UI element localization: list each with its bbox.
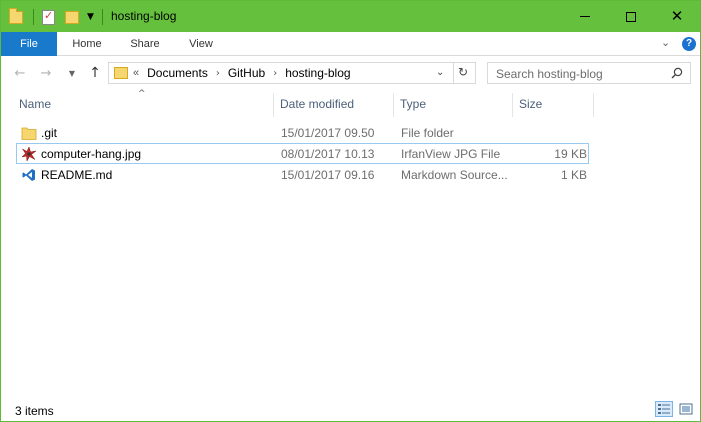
file-type: File folder — [401, 126, 454, 140]
tab-share[interactable]: Share — [117, 32, 173, 56]
chevron-right-icon[interactable]: › — [273, 68, 277, 79]
toolbar-separator — [101, 9, 103, 25]
file-date: 15/01/2017 09.50 — [281, 126, 375, 140]
tab-view[interactable]: View — [173, 32, 229, 56]
large-icons-view-icon — [679, 403, 693, 415]
search-input[interactable]: Search hosting-blog — [487, 62, 691, 84]
large-icons-view-button[interactable] — [677, 401, 695, 417]
column-date-modified[interactable]: Date modified — [280, 97, 354, 111]
chevron-down-icon[interactable]: ⌄ — [436, 67, 444, 78]
column-type[interactable]: Type — [400, 97, 426, 111]
search-icon[interactable] — [671, 67, 683, 79]
breadcrumb: « Documents › GitHub › hosting-blog — [133, 66, 351, 80]
file-date: 08/01/2017 10.13 — [281, 147, 375, 161]
file-name: README.md — [41, 168, 113, 182]
breadcrumb-hosting-blog[interactable]: hosting-blog — [285, 66, 350, 80]
minimize-icon — [580, 16, 590, 17]
quick-access-toolbar: ▼ — [9, 7, 111, 27]
irfanview-icon — [21, 146, 37, 162]
list-item[interactable]: README.md 15/01/2017 09.16 Markdown Sour… — [16, 164, 589, 185]
help-icon[interactable]: ? — [682, 37, 696, 51]
recent-locations-icon[interactable]: ▼ — [63, 64, 81, 82]
customize-dropdown-icon[interactable]: ▼ — [87, 12, 94, 22]
list-item[interactable]: .git 15/01/2017 09.50 File folder — [16, 122, 589, 143]
column-divider[interactable] — [273, 93, 274, 117]
item-count: 3 items — [15, 404, 54, 418]
explorer-window: ▼ hosting-blog ✕ File Home Share View ⌄ … — [0, 0, 701, 422]
folder-icon — [9, 7, 23, 24]
details-view-icon — [658, 404, 670, 414]
chevron-right-icon[interactable]: › — [216, 68, 220, 79]
details-view-button[interactable] — [655, 401, 673, 417]
tab-file[interactable]: File — [1, 32, 57, 56]
address-bar[interactable]: « Documents › GitHub › hosting-blog ⌄ ↻ — [108, 62, 476, 84]
folder-icon — [114, 67, 128, 79]
status-bar: 3 items — [1, 397, 700, 421]
file-size: 19 KB — [554, 147, 587, 161]
properties-icon[interactable] — [42, 9, 55, 25]
column-divider[interactable] — [512, 93, 513, 117]
folder-icon — [21, 127, 37, 140]
file-name: computer-hang.jpg — [41, 147, 142, 161]
toolbar-separator — [33, 9, 34, 25]
file-type: Markdown Source... — [401, 168, 508, 182]
list-item[interactable]: computer-hang.jpg 08/01/2017 10.13 Irfan… — [16, 143, 589, 164]
new-folder-icon[interactable] — [65, 10, 79, 24]
tab-home[interactable]: Home — [57, 32, 117, 56]
maximize-button[interactable] — [608, 1, 654, 32]
breadcrumb-github[interactable]: GitHub — [228, 66, 265, 80]
file-type: IrfanView JPG File — [401, 147, 501, 161]
forward-arrow-icon[interactable]: → — [37, 64, 55, 82]
refresh-icon[interactable]: ↻ — [458, 65, 468, 79]
ribbon-tabs: File Home Share View ⌄ ? — [1, 32, 700, 56]
window-title: hosting-blog — [111, 9, 177, 23]
column-divider[interactable] — [593, 93, 594, 117]
breadcrumb-documents[interactable]: Documents — [147, 66, 208, 80]
up-arrow-icon[interactable]: ↑ — [86, 64, 104, 82]
close-icon: ✕ — [670, 7, 684, 25]
column-size[interactable]: Size — [519, 97, 542, 111]
column-headers: ^ Name Date modified Type Size — [1, 89, 700, 117]
back-arrow-icon[interactable]: ← — [11, 64, 29, 82]
expand-ribbon-icon[interactable]: ⌄ — [661, 36, 670, 49]
divider — [453, 63, 454, 83]
column-name[interactable]: Name — [19, 97, 51, 111]
breadcrumb-overflow[interactable]: « — [133, 67, 139, 79]
navigation-bar: ← → ▼ ↑ « Documents › GitHub › hosting-b… — [1, 57, 700, 89]
vscode-icon — [22, 169, 35, 181]
minimize-button[interactable] — [562, 1, 608, 32]
file-name: .git — [41, 126, 58, 140]
sort-ascending-icon: ^ — [138, 89, 146, 99]
title-bar[interactable]: ▼ hosting-blog ✕ — [1, 1, 700, 32]
close-button[interactable]: ✕ — [654, 1, 700, 32]
column-divider[interactable] — [393, 93, 394, 117]
file-date: 15/01/2017 09.16 — [281, 168, 375, 182]
maximize-icon — [626, 11, 636, 22]
search-placeholder: Search hosting-blog — [496, 67, 603, 81]
file-size: 1 KB — [560, 168, 587, 182]
